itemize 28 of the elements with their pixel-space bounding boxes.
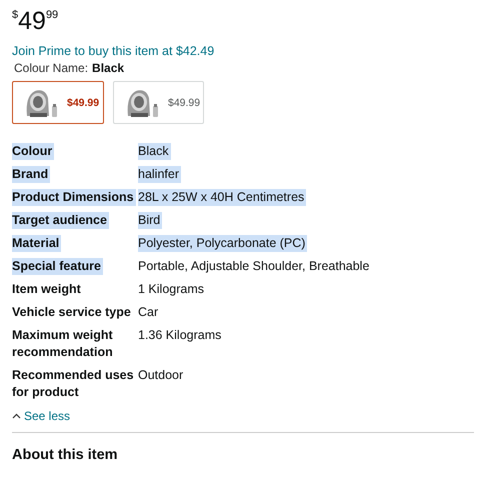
detail-value: Black [138, 143, 171, 160]
colour-swatch[interactable]: $49.99 [113, 81, 204, 124]
prime-offer-link[interactable]: Join Prime to buy this item at $42.49 [12, 44, 474, 58]
section-title: About this item [12, 447, 119, 463]
detail-value: 28L x 25W x 40H Centimetres [138, 189, 306, 206]
detail-label: Colour [12, 143, 54, 160]
colour-name-label: Colour Name: [14, 61, 88, 75]
detail-value: Outdoor [138, 367, 184, 384]
detail-value: 1.36 Kilograms [138, 327, 222, 344]
detail-value: Bird [138, 212, 162, 229]
detail-value: Car [138, 304, 160, 321]
detail-label: Brand [12, 166, 50, 183]
colour-name-value: Black [92, 61, 124, 75]
detail-label: Recommended uses for product [12, 367, 135, 401]
detail-label: Item weight [12, 281, 82, 298]
detail-value: Polyester, Polycarbonate (PC) [138, 235, 308, 252]
detail-value: Portable, Adjustable Shoulder, Breathable [138, 258, 370, 275]
detail-label: Maximum weight recommendation [12, 327, 114, 361]
detail-value: 1 Kilograms [138, 281, 205, 298]
detail-label: Product Dimensions [12, 189, 136, 206]
detail-label: Vehicle service type [12, 304, 132, 321]
colour-swatch[interactable]: $49.99 [12, 81, 104, 124]
see-less-link[interactable]: See less [12, 409, 70, 423]
detail-label: Material [12, 235, 62, 252]
detail-value: halinfer [138, 166, 181, 183]
detail-label: Target audience [12, 212, 109, 229]
caret-icon [12, 413, 21, 419]
detail-label: Special feature [12, 258, 103, 275]
